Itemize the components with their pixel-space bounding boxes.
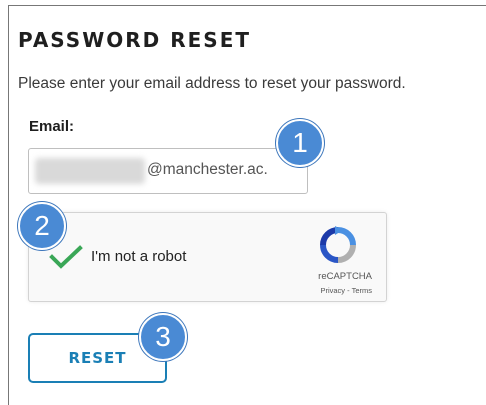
step-marker-2: 2 [18, 202, 66, 250]
email-redacted-part [35, 158, 145, 184]
email-visible-text: @manchester.ac. [147, 161, 268, 178]
recaptcha-brand: reCAPTCHA [318, 271, 372, 282]
email-field[interactable]: @manchester.ac. [28, 148, 308, 194]
not-a-robot-label: I'm not a robot [91, 248, 187, 265]
recaptcha-widget: I'm not a robot reCAPTCHA Privacy - Term… [28, 212, 387, 302]
checkmark-icon[interactable] [49, 245, 83, 269]
step-marker-1: 1 [276, 119, 324, 167]
recaptcha-privacy-terms[interactable]: Privacy - Terms [320, 286, 372, 295]
instructions-text: Please enter your email address to reset… [18, 75, 406, 92]
page-title: PASSWORD RESET [18, 28, 252, 52]
recaptcha-logo-icon [320, 226, 356, 263]
step-marker-3: 3 [139, 313, 187, 361]
email-label: Email: [29, 118, 75, 135]
